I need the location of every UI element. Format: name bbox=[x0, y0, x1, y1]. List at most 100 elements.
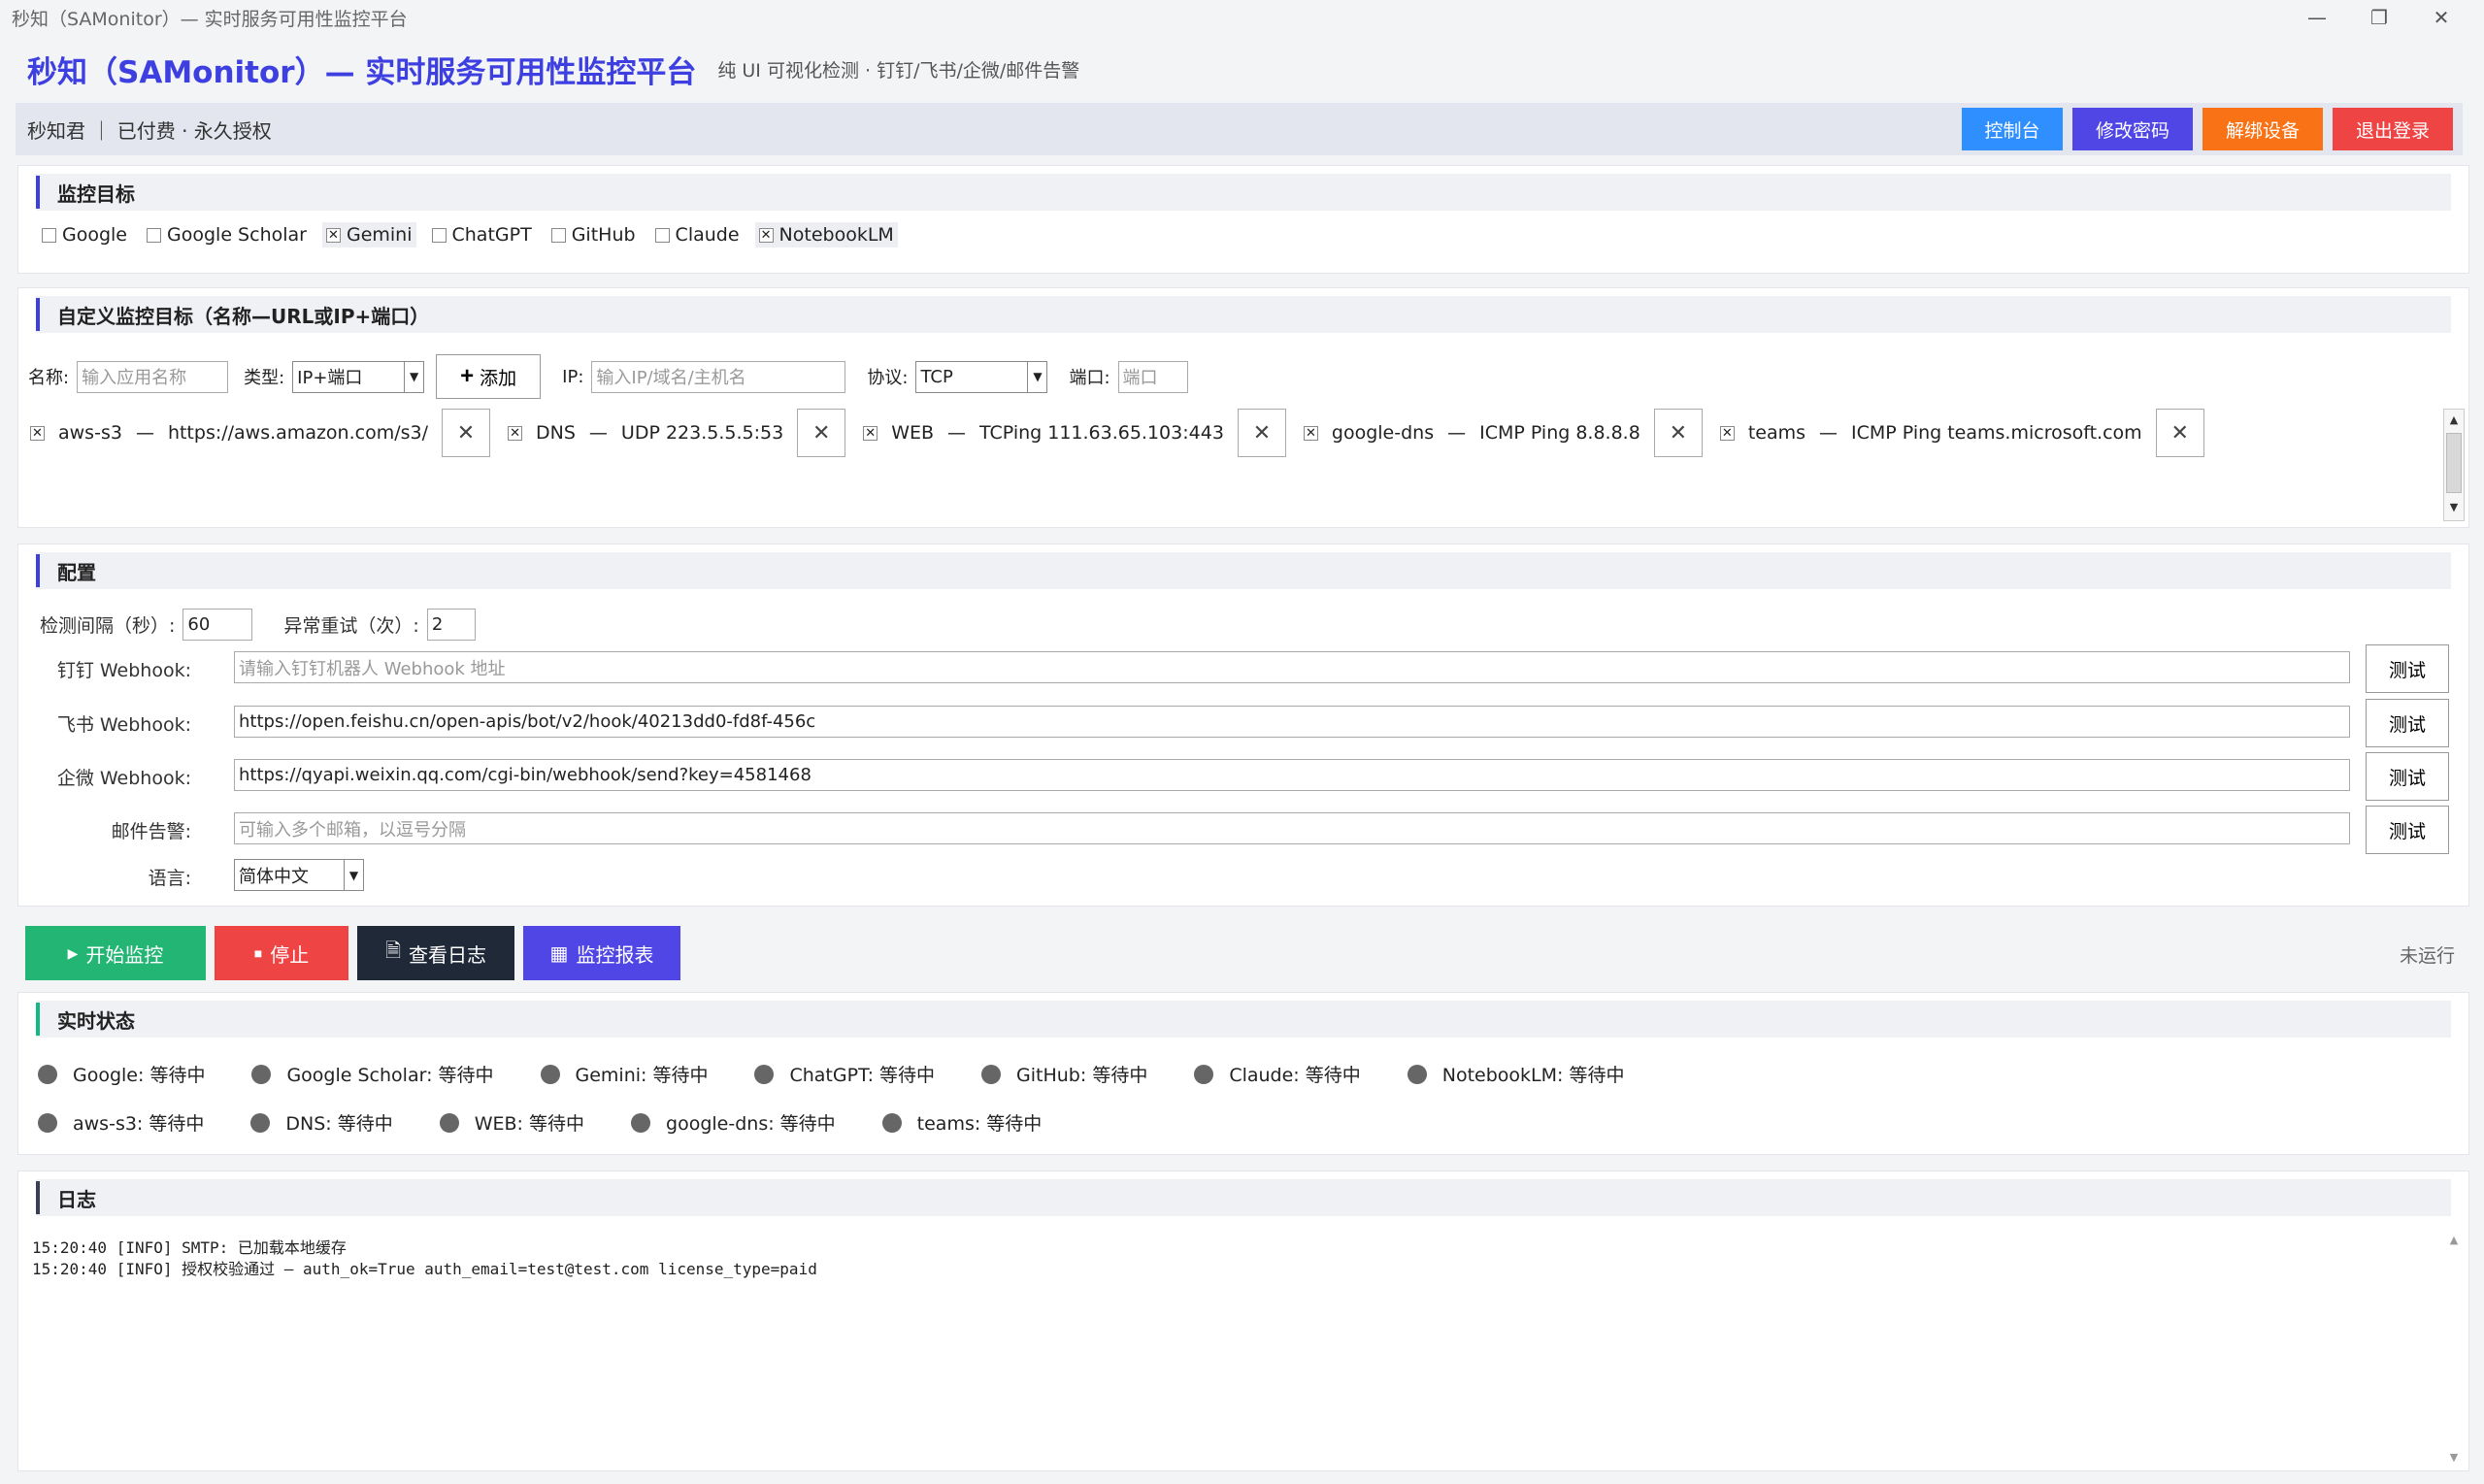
target-google-scholar-checkbox[interactable]: Google Scholar bbox=[143, 222, 311, 247]
target-claude-checkbox[interactable]: Claude bbox=[651, 222, 744, 247]
user-actions: 控制台 修改密码 解绑设备 退出登录 bbox=[1962, 108, 2453, 150]
dingtalk-webhook-input[interactable]: 请输入钉钉机器人 Webhook 地址 bbox=[234, 651, 2350, 683]
status-row-builtin: Google: 等待中 Google Scholar: 等待中 Gemini: … bbox=[38, 1061, 1671, 1087]
name-label: 名称: bbox=[28, 368, 70, 388]
tags-scrollbar[interactable]: ▲ ▼ bbox=[2443, 409, 2465, 521]
port-input[interactable]: 端口 bbox=[1117, 360, 1188, 393]
wecom-webhook-input[interactable]: https://qyapi.weixin.qq.com/cgi-bin/webh… bbox=[234, 759, 2350, 791]
checkbox-checked-icon: ✕ bbox=[758, 227, 774, 243]
status-item: NotebookLM: 等待中 bbox=[1407, 1061, 1624, 1087]
custom-target-form: 名称: 输入应用名称 类型: IP+端口 ▼ + 添加 IP: 输入IP/域名/… bbox=[28, 354, 1188, 399]
language-select[interactable]: 简体中文 ▼ bbox=[234, 859, 364, 891]
custom-target-tag: ✕ google-dns — ICMP Ping 8.8.8.8 ✕ bbox=[1303, 409, 1703, 457]
status-item: Claude: 等待中 bbox=[1194, 1061, 1361, 1087]
checkbox-icon bbox=[654, 227, 670, 243]
dropdown-arrow-icon: ▼ bbox=[344, 860, 363, 890]
language-label: 语言: bbox=[148, 868, 191, 889]
type-select[interactable]: IP+端口 ▼ bbox=[292, 360, 425, 393]
add-target-button[interactable]: + 添加 bbox=[436, 354, 542, 399]
status-dot-icon bbox=[631, 1112, 651, 1133]
scroll-thumb[interactable] bbox=[2446, 433, 2462, 493]
remove-tag-button[interactable]: ✕ bbox=[1237, 409, 1286, 457]
targets-title: 监控目标 bbox=[36, 174, 2451, 211]
log-line: 15:20:40 [INFO] SMTP: 已加载本地缓存 bbox=[32, 1238, 347, 1257]
status-item: GitHub: 等待中 bbox=[981, 1061, 1147, 1087]
view-logs-button[interactable]: 🗎 查看日志 bbox=[357, 926, 514, 980]
plus-icon: + bbox=[460, 363, 475, 389]
status-item: Google: 等待中 bbox=[38, 1061, 205, 1087]
custom-target-tag: ✕ aws-s3 — https://aws.amazon.com/s3/ ✕ bbox=[30, 409, 491, 457]
remove-tag-button[interactable]: ✕ bbox=[1653, 409, 1703, 457]
status-item: Gemini: 等待中 bbox=[540, 1061, 708, 1087]
checkbox-checked-icon: ✕ bbox=[325, 227, 341, 243]
custom-targets-title: 自定义监控目标（名称—URL或IP+端口） bbox=[36, 296, 2451, 333]
target-notebooklm-checkbox[interactable]: ✕ NotebookLM bbox=[754, 222, 898, 247]
checkbox-checked-icon[interactable]: ✕ bbox=[508, 425, 523, 441]
targets-panel: 监控目标 Google Google Scholar ✕ Gemini ChatG… bbox=[17, 165, 2469, 274]
log-title: 日志 bbox=[36, 1179, 2451, 1216]
status-item: google-dns: 等待中 bbox=[631, 1109, 836, 1136]
checkbox-checked-icon[interactable]: ✕ bbox=[863, 425, 878, 441]
remove-tag-button[interactable]: ✕ bbox=[442, 409, 491, 457]
email-alert-input[interactable]: 可输入多个邮箱，以逗号分隔 bbox=[234, 812, 2350, 844]
interval-input[interactable]: 60 bbox=[182, 609, 253, 641]
start-monitor-button[interactable]: ▶ 开始监控 bbox=[25, 926, 206, 980]
checkbox-icon bbox=[550, 227, 566, 243]
scroll-down-icon[interactable]: ▼ bbox=[2444, 497, 2464, 516]
wecom-test-button[interactable]: 测试 bbox=[2366, 752, 2449, 801]
target-github-checkbox[interactable]: GitHub bbox=[547, 222, 640, 247]
target-chatgpt-checkbox[interactable]: ChatGPT bbox=[428, 222, 536, 247]
custom-targets-panel: 自定义监控目标（名称—URL或IP+端口） 名称: 输入应用名称 类型: IP+… bbox=[17, 287, 2469, 528]
scroll-up-icon[interactable]: ▲ bbox=[2444, 410, 2464, 429]
remove-tag-button[interactable]: ✕ bbox=[797, 409, 846, 457]
dingtalk-test-button[interactable]: 测试 bbox=[2366, 644, 2449, 693]
email-test-button[interactable]: 测试 bbox=[2366, 806, 2449, 854]
checkbox-checked-icon[interactable]: ✕ bbox=[30, 425, 45, 441]
scroll-up-icon[interactable]: ▲ bbox=[2443, 1230, 2465, 1249]
restore-icon[interactable]: ❐ bbox=[2348, 6, 2410, 29]
remove-tag-button[interactable]: ✕ bbox=[2155, 409, 2204, 457]
targets-list: Google Google Scholar ✕ Gemini ChatGPT Gi… bbox=[18, 211, 2468, 247]
unbind-device-button[interactable]: 解绑设备 bbox=[2202, 108, 2323, 150]
name-input[interactable]: 输入应用名称 bbox=[77, 360, 229, 393]
checkbox-checked-icon[interactable]: ✕ bbox=[1719, 425, 1735, 441]
checkbox-checked-icon[interactable]: ✕ bbox=[1303, 425, 1318, 441]
status-item: ChatGPT: 等待中 bbox=[754, 1061, 935, 1087]
app-title: 秒知（SAMonitor）— 实时服务可用性监控平台 bbox=[27, 54, 697, 90]
status-dot-icon bbox=[540, 1064, 560, 1084]
protocol-label: 协议: bbox=[867, 368, 909, 388]
logout-button[interactable]: 退出登录 bbox=[2333, 108, 2453, 150]
protocol-select[interactable]: TCP ▼ bbox=[915, 360, 1048, 393]
retry-input[interactable]: 2 bbox=[426, 609, 476, 641]
dingtalk-label: 钉钉 Webhook: bbox=[56, 660, 191, 681]
window-title: 秒知（SAMonitor）— 实时服务可用性监控平台 bbox=[12, 8, 408, 30]
stop-button[interactable]: ■ 停止 bbox=[215, 926, 348, 980]
scroll-down-icon[interactable]: ▼ bbox=[2443, 1447, 2465, 1467]
custom-target-tag: ✕ DNS — UDP 223.5.5.5:53 ✕ bbox=[508, 409, 846, 457]
close-icon[interactable]: ✕ bbox=[2410, 6, 2472, 29]
status-item: teams: 等待中 bbox=[881, 1109, 1042, 1136]
feishu-webhook-input[interactable]: https://open.feishu.cn/open-apis/bot/v2/… bbox=[234, 706, 2350, 738]
change-password-button[interactable]: 修改密码 bbox=[2072, 108, 2193, 150]
log-scrollbar[interactable]: ▲ ▼ bbox=[2443, 1230, 2465, 1467]
custom-target-tag: ✕ WEB — TCPing 111.63.65.103:443 ✕ bbox=[863, 409, 1286, 457]
monitor-report-button[interactable]: ▦ 监控报表 bbox=[523, 926, 680, 980]
play-icon: ▶ bbox=[67, 944, 79, 961]
target-google-checkbox[interactable]: Google bbox=[38, 222, 131, 247]
status-dot-icon bbox=[1194, 1064, 1214, 1084]
feishu-test-button[interactable]: 测试 bbox=[2366, 699, 2449, 747]
status-item: Google Scholar: 等待中 bbox=[251, 1061, 494, 1087]
status-row-custom: aws-s3: 等待中 DNS: 等待中 WEB: 等待中 google-dns… bbox=[38, 1109, 1088, 1136]
target-gemini-checkbox[interactable]: ✕ Gemini bbox=[321, 222, 416, 247]
log-output[interactable]: 15:20:40 [INFO] SMTP: 已加载本地缓存 15:20:40 [… bbox=[32, 1237, 2439, 1461]
console-button[interactable]: 控制台 bbox=[1962, 108, 2063, 150]
status-dot-icon bbox=[251, 1064, 272, 1084]
dropdown-arrow-icon: ▼ bbox=[1027, 361, 1046, 392]
config-panel: 配置 检测间隔（秒）: 60 异常重试（次）: 2 钉钉 Webhook: 请输… bbox=[17, 544, 2469, 907]
status-dot-icon bbox=[881, 1112, 902, 1133]
status-dot-icon bbox=[1407, 1064, 1427, 1084]
config-title: 配置 bbox=[36, 552, 2451, 589]
ip-input[interactable]: 输入IP/域名/主机名 bbox=[591, 360, 846, 393]
minimize-icon[interactable]: — bbox=[2286, 6, 2348, 29]
feishu-label: 飞书 Webhook: bbox=[56, 714, 191, 736]
